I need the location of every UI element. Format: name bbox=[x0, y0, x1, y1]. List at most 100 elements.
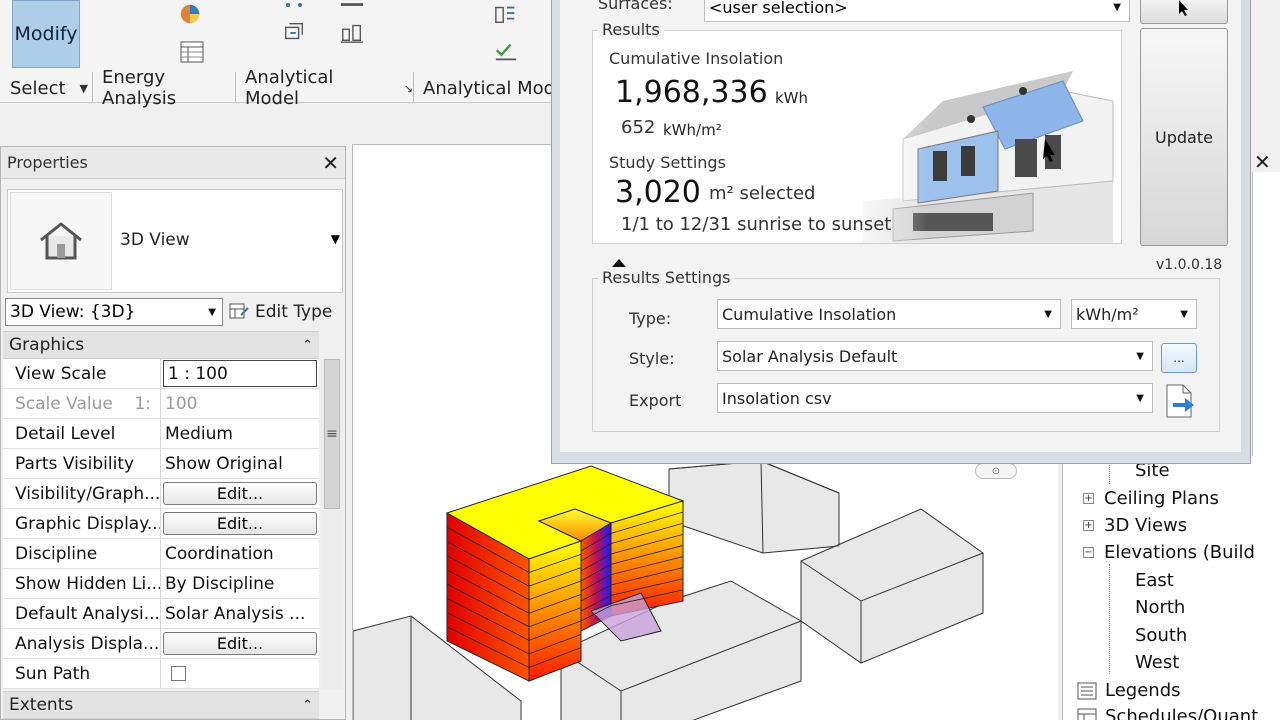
area-unit: m² selected bbox=[709, 183, 816, 204]
chevron-down-icon: ▼ bbox=[1113, 1, 1121, 13]
parts-visibility-value[interactable]: Show Original bbox=[161, 449, 319, 478]
property-name: Analysis Displa... bbox=[3, 629, 161, 658]
edit-type-icon bbox=[229, 303, 249, 319]
house-icon bbox=[10, 192, 112, 290]
tree-item-3d-views[interactable]: +3D Views bbox=[1083, 515, 1187, 536]
analytical-panel-label-2: Analytical Mode bbox=[413, 75, 560, 101]
select-panel-label[interactable]: Select ▼ bbox=[0, 75, 92, 101]
tree-item-north[interactable]: North bbox=[1135, 597, 1185, 618]
property-name: Detail Level bbox=[3, 419, 161, 448]
graphics-section-header[interactable]: Graphics ⌃ bbox=[3, 331, 319, 359]
hidden-lines-value[interactable]: By Discipline bbox=[161, 569, 319, 598]
discipline-value[interactable]: Coordination bbox=[161, 539, 319, 568]
export-label: Export bbox=[629, 391, 682, 410]
chevron-down-icon[interactable]: ▼ bbox=[331, 232, 340, 246]
detail-level-value[interactable]: Medium bbox=[161, 419, 319, 448]
energy-settings-icon[interactable] bbox=[178, 2, 202, 26]
table-row: View Scale 1 : 100 bbox=[3, 359, 319, 389]
tree-item-south[interactable]: South bbox=[1135, 625, 1187, 646]
table-row: Parts Visibility Show Original bbox=[3, 449, 319, 479]
analytical-adjust-icon[interactable] bbox=[282, 0, 306, 10]
tree-item-east[interactable]: East bbox=[1135, 570, 1174, 591]
tree-label: Schedules/Quant bbox=[1105, 706, 1259, 720]
chevron-down-icon: ▼ bbox=[79, 81, 88, 95]
collapse-icon: ⌃ bbox=[302, 697, 313, 713]
pick-surfaces-button[interactable] bbox=[1140, 0, 1228, 24]
view-instance-selector[interactable]: 3D View: {3D} ▼ bbox=[5, 298, 223, 326]
update-button[interactable]: Update bbox=[1140, 28, 1228, 246]
close-icon[interactable]: ✕ bbox=[322, 151, 339, 175]
tree-connector bbox=[1109, 564, 1110, 674]
table-row: Sun Path bbox=[3, 659, 319, 689]
style-browse-button[interactable]: ... bbox=[1161, 343, 1197, 373]
tree-label: North bbox=[1135, 597, 1186, 618]
table-row: Graphic Display... Edit... bbox=[3, 509, 319, 539]
analytical-check-icon[interactable] bbox=[340, 20, 364, 44]
surfaces-value: <user selection> bbox=[709, 0, 848, 17]
modify-label: Modify bbox=[14, 23, 78, 45]
cumulative-unit: kWh bbox=[775, 89, 809, 107]
tree-item-west[interactable]: West bbox=[1135, 652, 1179, 673]
tree-item-ceiling-plans[interactable]: + Ceiling Plans bbox=[1083, 488, 1219, 509]
expand-icon[interactable]: + bbox=[1083, 520, 1094, 531]
expand-icon[interactable]: + bbox=[1083, 493, 1094, 504]
collapse-triangle-icon[interactable] bbox=[612, 259, 626, 267]
modify-button[interactable]: Modify bbox=[12, 0, 80, 68]
energy-table-icon[interactable] bbox=[180, 40, 204, 64]
view-scale-input[interactable]: 1 : 100 bbox=[163, 360, 317, 387]
analytical-line-icon[interactable] bbox=[340, 0, 364, 10]
chevron-down-icon: ▼ bbox=[1136, 350, 1144, 362]
scrollbar-thumb[interactable]: ≡ bbox=[324, 359, 340, 509]
viewcube-compass-icon[interactable]: ⊙ bbox=[975, 463, 1017, 479]
export-value: Insolation csv bbox=[722, 388, 832, 408]
analytical-confirm-icon[interactable] bbox=[494, 40, 518, 64]
type-dropdown[interactable]: Cumulative Insolation ▼ bbox=[717, 299, 1061, 329]
date-range: 1/1 to 12/31 sunrise to sunset bbox=[621, 214, 892, 235]
chevron-down-icon: ▼ bbox=[1180, 308, 1188, 320]
properties-scrollbar[interactable]: ≡ bbox=[321, 359, 343, 689]
analytical-align-icon[interactable] bbox=[494, 2, 518, 26]
unit-dropdown[interactable]: kWh/m² ▼ bbox=[1071, 299, 1197, 329]
sun-path-checkbox[interactable] bbox=[171, 666, 186, 681]
graphics-section-label: Graphics bbox=[9, 335, 85, 355]
table-row: Detail Level Medium bbox=[3, 419, 319, 449]
dialog-launcher-icon[interactable]: ↘ bbox=[404, 82, 413, 95]
solar-analysis-dialog: Surfaces: <user selection> ▼ Cumulative … bbox=[551, 0, 1251, 464]
cumulative-value: 1,968,336 bbox=[615, 75, 768, 110]
extents-section-header[interactable]: Extents ⌃ bbox=[3, 691, 319, 719]
style-label: Style: bbox=[629, 349, 675, 368]
property-name: Default Analysi... bbox=[3, 599, 161, 628]
tree-item-elevations[interactable]: − Elevations (Build bbox=[1083, 542, 1255, 563]
type-selector[interactable]: 3D View ▼ bbox=[7, 189, 343, 293]
properties-palette: Properties ✕ 3D View ▼ 3D View: {3D} ▼ E… bbox=[0, 146, 346, 720]
visibility-edit-button[interactable]: Edit... bbox=[163, 482, 317, 505]
property-name: Show Hidden Li... bbox=[3, 569, 161, 598]
extents-section-label: Extents bbox=[9, 695, 74, 715]
property-name: Parts Visibility bbox=[3, 449, 161, 478]
browse-label: ... bbox=[1173, 351, 1185, 365]
property-name: Graphic Display... bbox=[3, 509, 161, 538]
properties-table: View Scale 1 : 100 Scale Value 1: 100 De… bbox=[3, 359, 319, 689]
tree-label: West bbox=[1135, 652, 1180, 673]
tree-item-legends[interactable]: Legends bbox=[1077, 680, 1181, 701]
table-row: Discipline Coordination bbox=[3, 539, 319, 569]
chevron-down-icon: ▼ bbox=[208, 306, 216, 318]
results-panel: Cumulative Insolation 1,968,336 kWh 652 … bbox=[592, 30, 1122, 244]
export-icon[interactable] bbox=[1161, 383, 1197, 419]
surfaces-dropdown[interactable]: <user selection> ▼ bbox=[704, 0, 1130, 22]
collapse-icon[interactable]: − bbox=[1083, 547, 1094, 558]
style-value: Solar Analysis Default bbox=[722, 346, 898, 366]
style-dropdown[interactable]: Solar Analysis Default ▼ bbox=[717, 341, 1153, 371]
version-label: v1.0.0.18 bbox=[1156, 257, 1223, 273]
table-row: Default Analysi... Solar Analysis ... bbox=[3, 599, 319, 629]
default-analysis-value[interactable]: Solar Analysis ... bbox=[161, 599, 319, 628]
analytical-label-2: Analytical Mode bbox=[423, 77, 560, 99]
property-value: 100 bbox=[165, 393, 198, 414]
close-icon[interactable]: ✕ bbox=[1254, 150, 1271, 174]
tree-item-schedules[interactable]: Schedules/Quant bbox=[1077, 706, 1258, 720]
analysis-display-edit-button[interactable]: Edit... bbox=[163, 632, 317, 655]
graphic-display-edit-button[interactable]: Edit... bbox=[163, 512, 317, 535]
analytical-reset-icon[interactable] bbox=[282, 20, 306, 44]
export-dropdown[interactable]: Insolation csv ▼ bbox=[717, 383, 1153, 413]
edit-type-button[interactable]: Edit Type bbox=[229, 298, 332, 326]
